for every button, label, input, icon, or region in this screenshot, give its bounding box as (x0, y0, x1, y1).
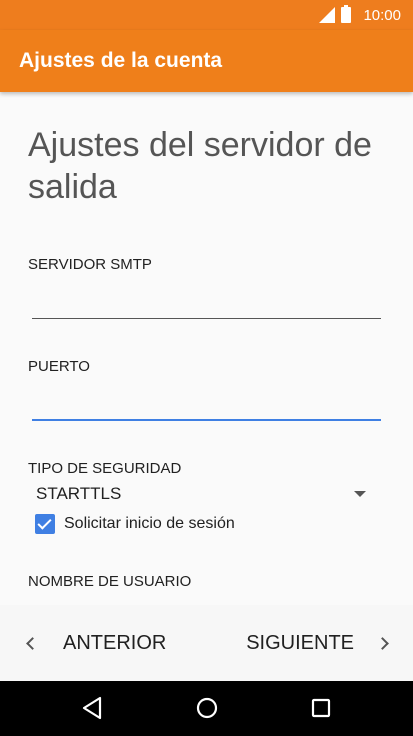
system-navigation-bar (0, 681, 413, 736)
require-login-checkbox-row[interactable]: Solicitar inicio de sesión (35, 513, 235, 535)
settings-form: Ajustes del servidor de salida SERVIDOR … (0, 92, 413, 605)
port-input[interactable] (32, 383, 381, 421)
dropdown-arrow-icon (354, 491, 366, 497)
recents-square-icon[interactable] (308, 695, 334, 721)
status-bar: 10:00 (0, 0, 413, 30)
security-type-label: TIPO DE SEGURIDAD (28, 460, 182, 477)
signal-icon (319, 7, 336, 23)
app-bar: Ajustes de la cuenta (0, 30, 413, 92)
battery-icon (341, 5, 352, 23)
home-circle-icon[interactable] (194, 695, 220, 721)
wizard-footer: ANTERIOR SIGUIENTE (0, 605, 413, 681)
chevron-right-icon (376, 636, 389, 650)
chevron-left-icon (26, 636, 39, 650)
page-title: Ajustes del servidor de salida (28, 126, 372, 206)
require-login-label: Solicitar inicio de sesión (64, 515, 235, 532)
previous-button[interactable]: ANTERIOR (26, 605, 167, 681)
username-label: NOMBRE DE USUARIO (28, 573, 192, 590)
smtp-server-input[interactable] (32, 282, 381, 319)
smtp-server-label: SERVIDOR SMTP (28, 256, 152, 273)
next-button-label: SIGUIENTE (246, 631, 354, 654)
security-type-select[interactable]: STARTTLS (36, 482, 366, 506)
next-button[interactable]: SIGUIENTE (246, 605, 389, 681)
security-type-value: STARTTLS (36, 484, 122, 503)
port-label: PUERTO (28, 358, 90, 375)
status-icons: 10:00 (319, 0, 413, 30)
app-bar-title: Ajustes de la cuenta (19, 49, 223, 72)
clock: 10:00 (363, 6, 401, 24)
checkbox-checked-icon[interactable] (35, 514, 55, 534)
back-triangle-icon[interactable] (80, 695, 106, 721)
previous-button-label: ANTERIOR (63, 631, 167, 654)
